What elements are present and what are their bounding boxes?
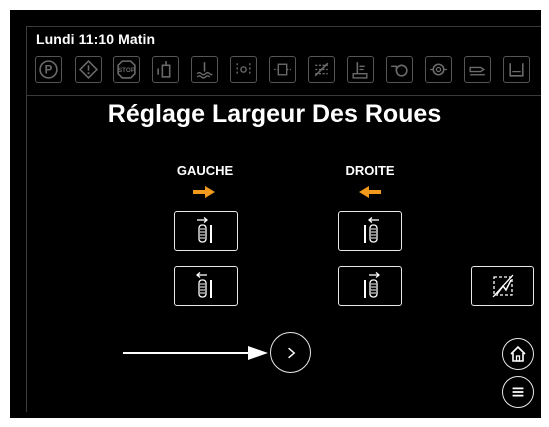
hydraulic-pressure-icon xyxy=(269,56,296,83)
wheel-inward-icon xyxy=(195,272,212,298)
wheel-outward-icon xyxy=(197,217,212,243)
status-icon-bar: P STOP xyxy=(35,56,535,84)
left-wheel-widen-button[interactable] xyxy=(174,211,238,251)
arrow-right-icon xyxy=(193,186,215,198)
adjust-disabled-icon xyxy=(492,274,513,298)
stop-icon: STOP xyxy=(113,56,140,83)
left-side-label: GAUCHE xyxy=(176,163,234,178)
disable-adjust-button[interactable] xyxy=(471,266,534,306)
page-title: Réglage Largeur Des Roues xyxy=(107,100,442,128)
air-filter-icon xyxy=(425,56,452,83)
warning-icon xyxy=(75,56,102,83)
menu-button[interactable] xyxy=(502,376,534,408)
engine-oil-icon xyxy=(386,56,413,83)
header-divider xyxy=(26,95,541,96)
play-icon xyxy=(287,347,295,358)
play-button[interactable] xyxy=(270,332,311,373)
arrow-left-icon xyxy=(359,186,381,198)
svg-text:STOP: STOP xyxy=(118,67,135,74)
home-icon xyxy=(510,345,526,362)
left-wheel-narrow-button[interactable] xyxy=(174,266,238,306)
fuel-filter-icon xyxy=(152,56,179,83)
menu-icon xyxy=(512,387,524,397)
hydraulic-oil-temp-icon xyxy=(347,56,374,83)
home-button[interactable] xyxy=(502,338,534,370)
clock-label: Lundi 11:10 Matin xyxy=(36,31,156,47)
coolant-level-icon xyxy=(191,56,218,83)
right-wheel-widen-button[interactable] xyxy=(338,211,402,251)
parking-brake-icon: P xyxy=(35,56,62,83)
wheel-inward-icon xyxy=(364,272,381,298)
right-side-label: DROITE xyxy=(345,163,395,178)
wheel-outward-icon xyxy=(364,217,379,243)
svg-text:P: P xyxy=(45,65,53,77)
pointer-arrow-icon xyxy=(123,346,268,360)
fuel-system-icon xyxy=(464,56,491,83)
reservoir-icon xyxy=(503,56,530,83)
steering-pressure-icon xyxy=(230,56,257,83)
transmission-fault-icon xyxy=(308,56,335,83)
right-wheel-narrow-button[interactable] xyxy=(338,266,402,306)
